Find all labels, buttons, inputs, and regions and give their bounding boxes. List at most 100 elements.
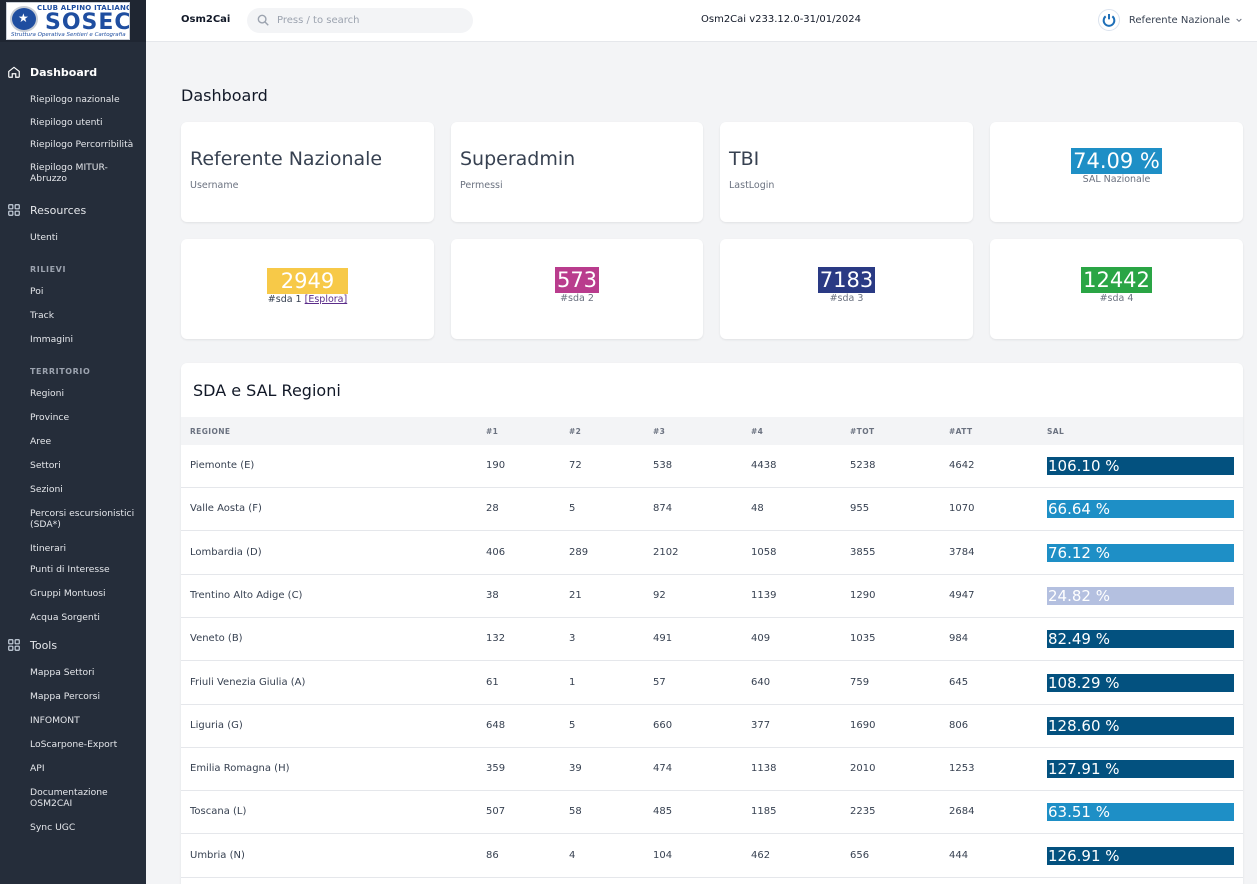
cell-c1: 61 — [486, 676, 499, 688]
cell-c2: 5 — [569, 719, 576, 731]
sal-bar: 127.91 % — [1047, 760, 1234, 779]
column-header-regione[interactable]: REGIONE — [190, 427, 230, 436]
column-header-tot[interactable]: #TOT — [850, 427, 875, 436]
sidebar-section-label: Dashboard — [30, 65, 98, 79]
cell-c4: 377 — [751, 719, 771, 731]
column-header-4[interactable]: #4 — [751, 427, 763, 436]
sal-nazionale-label: SAL Nazionale — [1082, 174, 1151, 185]
table-row[interactable]: Valle Aosta (F) 28 5 874 48 955 1070 66.64 % — [181, 488, 1243, 532]
cell-c3: 474 — [653, 763, 673, 775]
username-card: Referente Nazionale Username — [181, 122, 434, 222]
cell-regione: Valle Aosta (F) — [190, 503, 262, 515]
sidebar-item-track[interactable]: Track — [0, 310, 146, 321]
table-row[interactable]: Lombardia (D) 406 289 2102 1058 3855 3784 76.12… — [181, 532, 1243, 575]
sidebar-item-settori[interactable]: Settori — [0, 460, 146, 471]
column-header-1[interactable]: #1 — [486, 427, 498, 436]
lastlogin-card: TBI LastLogin — [720, 122, 973, 222]
sidebar-item-api[interactable]: API — [0, 763, 146, 774]
cell-c1: 648 — [486, 719, 506, 731]
cell-tot: 656 — [850, 849, 870, 861]
sidebar-item-percorsi-escursionistici-sda[interactable]: Percorsi escursionistici (SDA*) — [0, 508, 146, 530]
brand-link[interactable]: Osm2Cai — [181, 14, 230, 25]
sidebar-item-riepilogo-percorribilit[interactable]: Riepilogo Percorribilità — [0, 139, 146, 150]
table-row[interactable]: Liguria (G) 648 5 660 377 1690 806 128.60 % — [181, 705, 1243, 748]
cell-c2: 3 — [569, 633, 576, 645]
cell-tot: 1290 — [850, 589, 876, 601]
sidebar-section-tools[interactable]: Tools — [0, 631, 146, 659]
table-row[interactable]: Umbria (N) 86 4 104 462 656 444 126.91 % — [181, 835, 1243, 878]
sal-bar: 126.91 % — [1047, 846, 1234, 865]
cell-tot: 5238 — [850, 460, 876, 471]
sidebar-item-regioni[interactable]: Regioni — [0, 388, 146, 399]
column-header-sal[interactable]: SAL — [1047, 427, 1064, 436]
sda-1-card: 2949 #sda 1 [Esplora] — [181, 239, 434, 339]
column-header-3[interactable]: #3 — [653, 427, 665, 436]
sidebar-item-itinerari[interactable]: Itinerari — [0, 543, 146, 554]
column-header-att[interactable]: #ATT — [949, 427, 973, 436]
sidebar-item-infomont[interactable]: INFOMONT — [0, 715, 146, 726]
sidebar-section-resources[interactable]: Resources — [0, 196, 146, 224]
sda-2-caption: #sda 2 — [451, 293, 703, 304]
cell-c3: 2102 — [653, 546, 679, 558]
cell-regione: Umbria (N) — [190, 849, 245, 861]
cell-c4: 1138 — [751, 763, 777, 775]
sidebar-item-poi[interactable]: Poi — [0, 286, 146, 297]
table-row[interactable]: Toscana (L) 507 58 485 1185 2235 2684 63.51 % — [181, 791, 1243, 835]
sidebar-section-dashboard[interactable]: Dashboard — [0, 58, 146, 86]
table-header: REGIONE #1 #2 #3 #4 #TOT #ATT SAL — [181, 417, 1243, 445]
cell-c3: 538 — [653, 460, 673, 471]
sidebar-item-sync-ugc[interactable]: Sync UGC — [0, 822, 146, 833]
cell-tot: 2235 — [850, 806, 876, 818]
sidebar-item-mappa-settori[interactable]: Mappa Settori — [0, 667, 146, 678]
table-row[interactable]: Trentino Alto Adige (C) 38 21 92 1139 1290 494… — [181, 575, 1243, 618]
cell-regione: Emilia Romagna (H) — [190, 763, 290, 775]
table-row[interactable]: Piemonte (E) 190 72 538 4438 5238 4642 106.10 % — [181, 445, 1243, 488]
sidebar-item-utenti[interactable]: Utenti — [0, 232, 146, 243]
esplora-link[interactable]: [Esplora] — [305, 294, 348, 305]
grid-icon — [8, 639, 20, 651]
cell-c4: 48 — [751, 503, 764, 515]
sal-bar: 108.29 % — [1047, 673, 1234, 692]
sidebar-item-documentazione-osm2cai[interactable]: Documentazione OSM2CAI — [0, 787, 146, 809]
cell-regione: Piemonte (E) — [190, 460, 255, 471]
search-box[interactable] — [247, 8, 473, 33]
cell-c1: 86 — [486, 849, 499, 861]
search-input[interactable] — [277, 8, 467, 33]
sidebar-item-mappa-percorsi[interactable]: Mappa Percorsi — [0, 691, 146, 702]
table-row[interactable]: Friuli Venezia Giulia (A) 61 1 57 640 759 645 1… — [181, 662, 1243, 705]
cell-regione: Veneto (B) — [190, 633, 243, 645]
logo-area: CLUB ALPINO ITALIANO SOSEC Struttura Ope… — [0, 0, 146, 42]
table-row[interactable]: Veneto (B) 132 3 491 409 1035 984 82.49 % — [181, 618, 1243, 662]
sal-nazionale-value: 74.09 % — [1071, 148, 1162, 174]
cell-c1: 190 — [486, 460, 506, 471]
sidebar-item-riepilogo-utenti[interactable]: Riepilogo utenti — [0, 117, 146, 128]
cell-c4: 640 — [751, 676, 771, 688]
cell-c1: 28 — [486, 503, 499, 515]
cell-c3: 92 — [653, 589, 666, 601]
lastlogin-label: LastLogin — [729, 180, 775, 191]
column-header-2[interactable]: #2 — [569, 427, 581, 436]
table-row[interactable]: Emilia Romagna (H) 359 39 474 1138 2010 1253 12… — [181, 748, 1243, 792]
sidebar-item-aree[interactable]: Aree — [0, 436, 146, 447]
sidebar-item-riepilogo-mitur-abruzzo[interactable]: Riepilogo MITUR-Abruzzo — [0, 162, 146, 184]
sidebar-item-sezioni[interactable]: Sezioni — [0, 484, 146, 495]
cell-c3: 57 — [653, 676, 666, 688]
sal-bar: 106.10 % — [1047, 457, 1234, 475]
sosec-logo[interactable]: CLUB ALPINO ITALIANO SOSEC Struttura Ope… — [6, 2, 130, 40]
sidebar-item-province[interactable]: Province — [0, 412, 146, 423]
user-menu[interactable]: Referente Nazionale — [1097, 8, 1243, 32]
sidebar-item-immagini[interactable]: Immagini — [0, 334, 146, 345]
sal-bar: 76.12 % — [1047, 543, 1234, 562]
sidebar-item-gruppi-montuosi[interactable]: Gruppi Montuosi — [0, 588, 146, 599]
sal-card: 74.09 % SAL Nazionale — [990, 122, 1243, 222]
sda-2-label: #sda 2 — [560, 293, 594, 304]
username-value: Referente Nazionale — [190, 148, 383, 170]
sidebar-item-loscarpone-export[interactable]: LoScarpone-Export — [0, 739, 146, 750]
cell-regione: Toscana (L) — [190, 806, 247, 818]
section-heading-rilievi: RILIEVI — [30, 265, 67, 274]
sda-1-label: #sda 1 — [267, 294, 302, 305]
sidebar-item-acqua-sorgenti[interactable]: Acqua Sorgenti — [0, 612, 146, 623]
cell-att: 645 — [949, 676, 969, 688]
sidebar-item-punti-di-interesse[interactable]: Punti di Interesse — [0, 564, 146, 575]
sidebar-item-riepilogo-nazionale[interactable]: Riepilogo nazionale — [0, 94, 146, 105]
